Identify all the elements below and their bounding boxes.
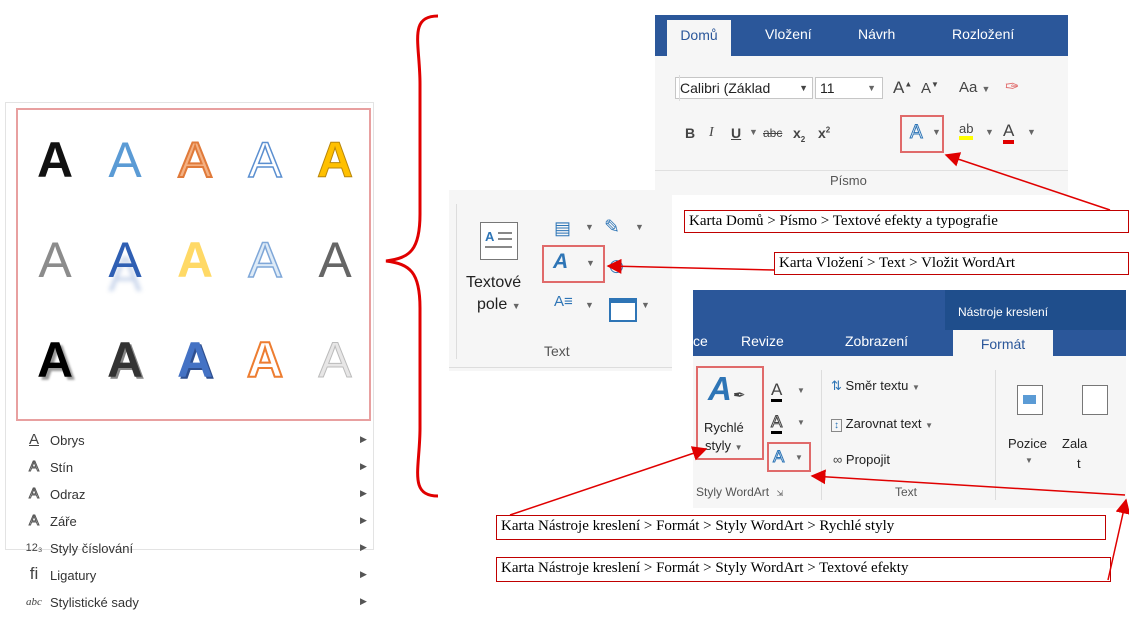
stylistic-sets-icon: abc — [26, 596, 42, 608]
menu-item-label: Stylistické sady — [50, 595, 139, 610]
menu-item-stylisticke-sady[interactable]: abc Stylistické sady ▶ — [12, 590, 372, 617]
submenu-arrow-icon: ▶ — [360, 596, 367, 606]
callout-arrows — [509, 152, 1129, 581]
